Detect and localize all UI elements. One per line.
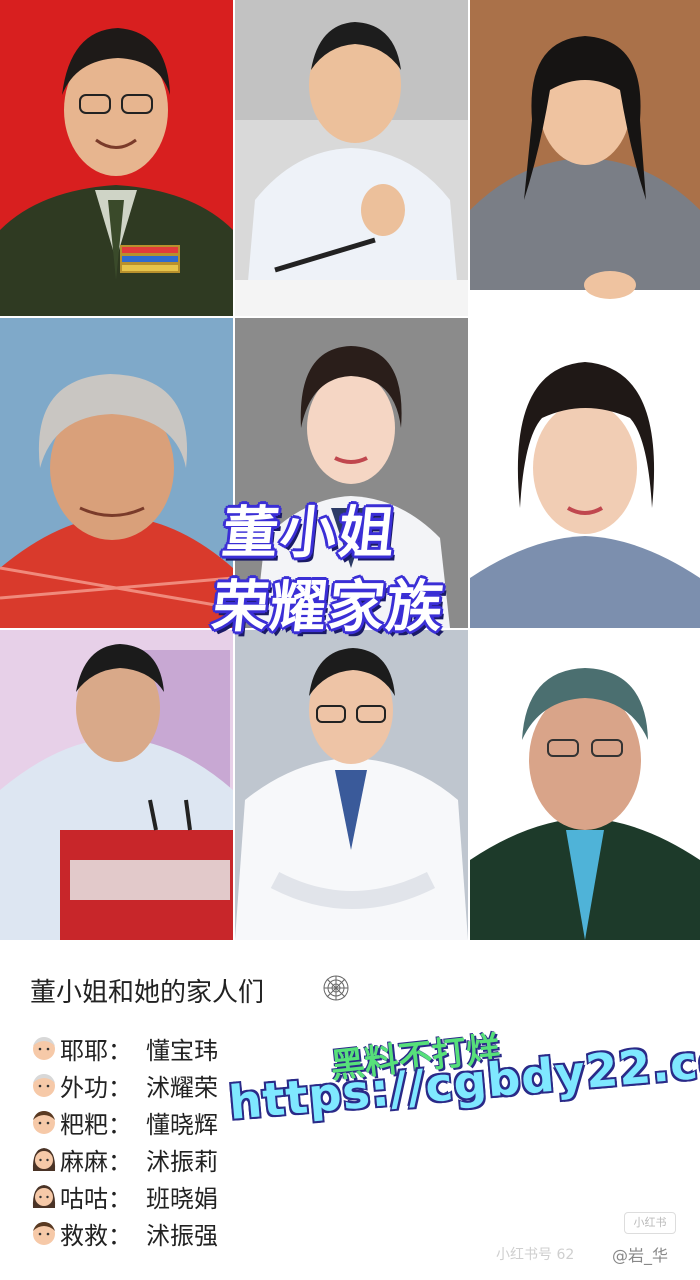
list-item: 咕咕： 班晓娟 xyxy=(30,1178,218,1214)
old-man-emoji-icon xyxy=(33,1037,55,1060)
portrait-man-green-suit xyxy=(470,630,700,940)
portrait-young-woman-uniform xyxy=(235,318,468,628)
portrait-military-officer xyxy=(0,0,233,316)
list-item: 粑粑： 懂晓辉 xyxy=(30,1104,218,1140)
relation-label: 外功： xyxy=(60,1073,132,1102)
spider-web-icon xyxy=(323,975,349,1001)
portrait-doctor-white-coat xyxy=(235,630,468,940)
portrait-elderly-man-red-shirt xyxy=(0,318,233,628)
relative-name: 沭振莉 xyxy=(146,1147,218,1176)
caption-title: 董小姐和她的家人们 xyxy=(30,978,265,1008)
relation-label: 救救： xyxy=(60,1221,132,1250)
old-man-emoji-icon xyxy=(33,1074,55,1097)
portrait-man-white-shirt xyxy=(235,0,468,316)
relative-name: 班晓娟 xyxy=(146,1184,218,1213)
list-item: 麻麻： 沭振莉 xyxy=(30,1141,218,1177)
woman-emoji-icon xyxy=(32,1185,56,1208)
list-item: 救救： 沭振强 xyxy=(30,1215,218,1251)
list-item: 耶耶： 懂宝玮 xyxy=(30,1030,218,1066)
relative-name: 沭振强 xyxy=(146,1221,218,1250)
photo-grid xyxy=(0,0,700,940)
platform-badge: 小红书 xyxy=(624,1212,676,1234)
portrait-young-man-podium xyxy=(0,630,233,940)
platform-id-text: 小红书号 62 xyxy=(496,1247,575,1263)
relation-label: 咕咕： xyxy=(60,1184,132,1213)
relative-name: 懂宝玮 xyxy=(146,1036,218,1065)
relation-label: 麻麻： xyxy=(60,1147,132,1176)
man-emoji-icon xyxy=(33,1111,55,1134)
weibo-handle: @岩_华 xyxy=(612,1246,669,1265)
list-item: 外功： 沭耀荣 xyxy=(30,1067,218,1103)
portrait-woman-grey-sweater xyxy=(470,318,700,628)
man-emoji-icon xyxy=(33,1222,55,1245)
relative-name: 沭耀荣 xyxy=(146,1073,218,1102)
relation-label: 耶耶： xyxy=(60,1036,132,1065)
woman-emoji-icon xyxy=(32,1148,56,1171)
relative-name: 懂晓辉 xyxy=(146,1110,218,1139)
portrait-woman-signing xyxy=(470,0,700,316)
relation-label: 粑粑： xyxy=(60,1110,132,1139)
